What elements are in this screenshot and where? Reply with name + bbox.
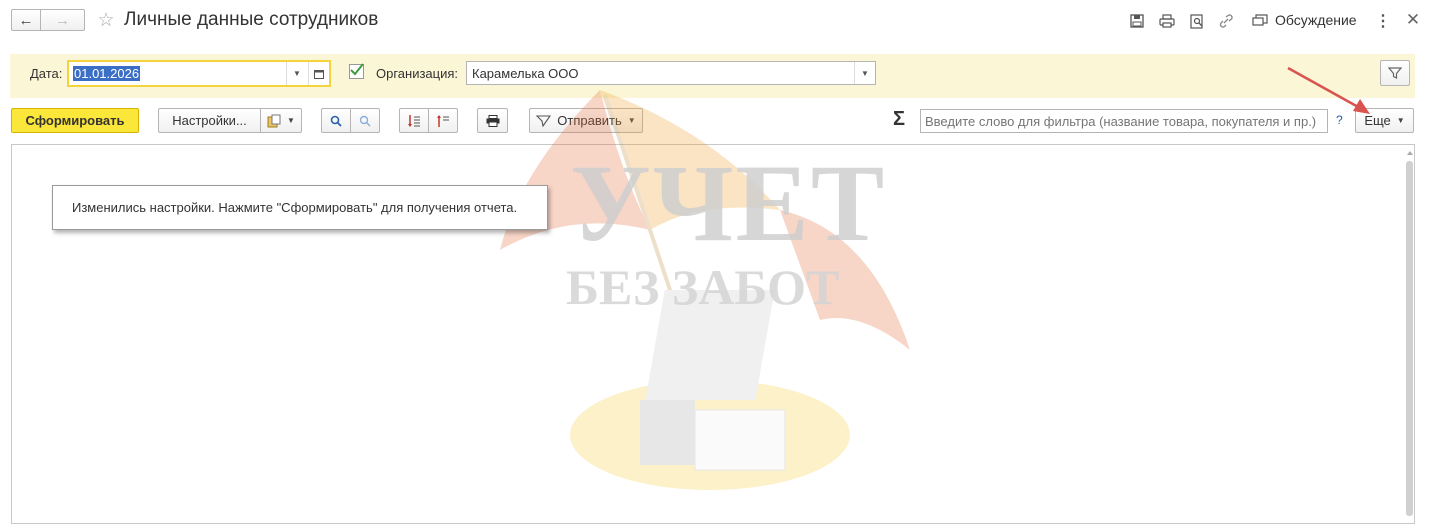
print-icon[interactable] — [1158, 12, 1176, 30]
organization-checkbox[interactable] — [349, 63, 364, 79]
favorite-star-icon[interactable]: ☆ — [95, 9, 117, 31]
send-button[interactable]: Отправить ▼ — [529, 108, 643, 133]
link-icon[interactable] — [1217, 12, 1235, 30]
settings-button[interactable]: Настройки... — [158, 108, 261, 133]
send-icon — [536, 114, 552, 127]
organization-value: Карамелька ООО — [472, 65, 579, 81]
date-value: 01.01.2026 — [73, 66, 141, 81]
generate-button[interactable]: Сформировать — [11, 108, 139, 133]
organization-dropdown-button[interactable]: ▼ — [854, 62, 875, 84]
scroll-thumb[interactable] — [1406, 161, 1413, 516]
find-next-button[interactable] — [350, 108, 380, 133]
vertical-scrollbar[interactable] — [1406, 149, 1413, 524]
discussion-link[interactable]: Обсуждение — [1275, 12, 1357, 28]
chevron-down-icon: ▼ — [287, 116, 295, 125]
printer-icon — [486, 114, 499, 127]
title-bar: ← → ☆ Личные данные сотрудников Обсужден… — [0, 0, 1431, 42]
more-actions-icon[interactable]: ⋮ — [1375, 11, 1391, 31]
sum-icon[interactable]: Σ — [893, 108, 905, 131]
chevron-down-icon: ▼ — [1396, 116, 1405, 125]
search-next-icon — [359, 115, 371, 127]
search-icon — [330, 115, 342, 127]
discussion-icon[interactable] — [1251, 12, 1269, 30]
generate-button-label: Сформировать — [25, 113, 125, 128]
settings-changed-notice: Изменились настройки. Нажмите "Сформиров… — [52, 185, 548, 230]
collapse-groups-button[interactable] — [428, 108, 458, 133]
variant-menu-button[interactable]: ▼ — [260, 108, 302, 133]
print-button[interactable] — [477, 108, 508, 133]
filter-panel: Дата: 01.01.2026 ▼ Организация: Карамель… — [10, 54, 1415, 98]
checkmark-icon — [350, 63, 364, 76]
arrow-right-icon: → — [55, 11, 70, 29]
chevron-down-icon: ▼ — [627, 116, 636, 125]
filter-settings-button[interactable] — [1380, 60, 1410, 86]
expand-groups-button[interactable] — [399, 108, 429, 133]
help-link[interactable]: ? — [1336, 113, 1343, 127]
send-button-label: Отправить — [557, 113, 622, 128]
back-button[interactable]: ← — [11, 9, 41, 31]
organization-field[interactable]: Карамелька ООО ▼ — [466, 61, 876, 85]
calendar-button[interactable] — [308, 62, 329, 85]
page-title: Личные данные сотрудников — [124, 9, 379, 30]
report-variant-icon — [267, 114, 281, 127]
close-icon[interactable]: ✕ — [1403, 10, 1423, 30]
expand-icon — [408, 114, 420, 127]
preview-icon[interactable] — [1188, 12, 1206, 30]
search-input[interactable] — [920, 109, 1328, 133]
calendar-icon — [314, 69, 324, 79]
date-input[interactable]: 01.01.2026 ▼ — [67, 60, 331, 87]
more-button[interactable]: Еще ▼ — [1355, 108, 1414, 133]
funnel-icon — [1388, 67, 1402, 79]
date-label: Дата: — [30, 66, 63, 81]
date-dropdown-button[interactable]: ▼ — [286, 62, 307, 85]
notice-text: Изменились настройки. Нажмите "Сформиров… — [72, 200, 518, 215]
organization-label: Организация: — [376, 66, 459, 81]
save-icon[interactable] — [1128, 12, 1146, 30]
arrow-left-icon: ← — [18, 11, 34, 29]
collapse-icon — [437, 114, 449, 127]
find-button[interactable] — [321, 108, 351, 133]
settings-button-label: Настройки... — [172, 113, 247, 128]
scroll-up-arrow[interactable] — [1406, 151, 1413, 155]
more-button-label: Еще — [1364, 113, 1391, 128]
forward-button[interactable]: → — [40, 9, 85, 31]
